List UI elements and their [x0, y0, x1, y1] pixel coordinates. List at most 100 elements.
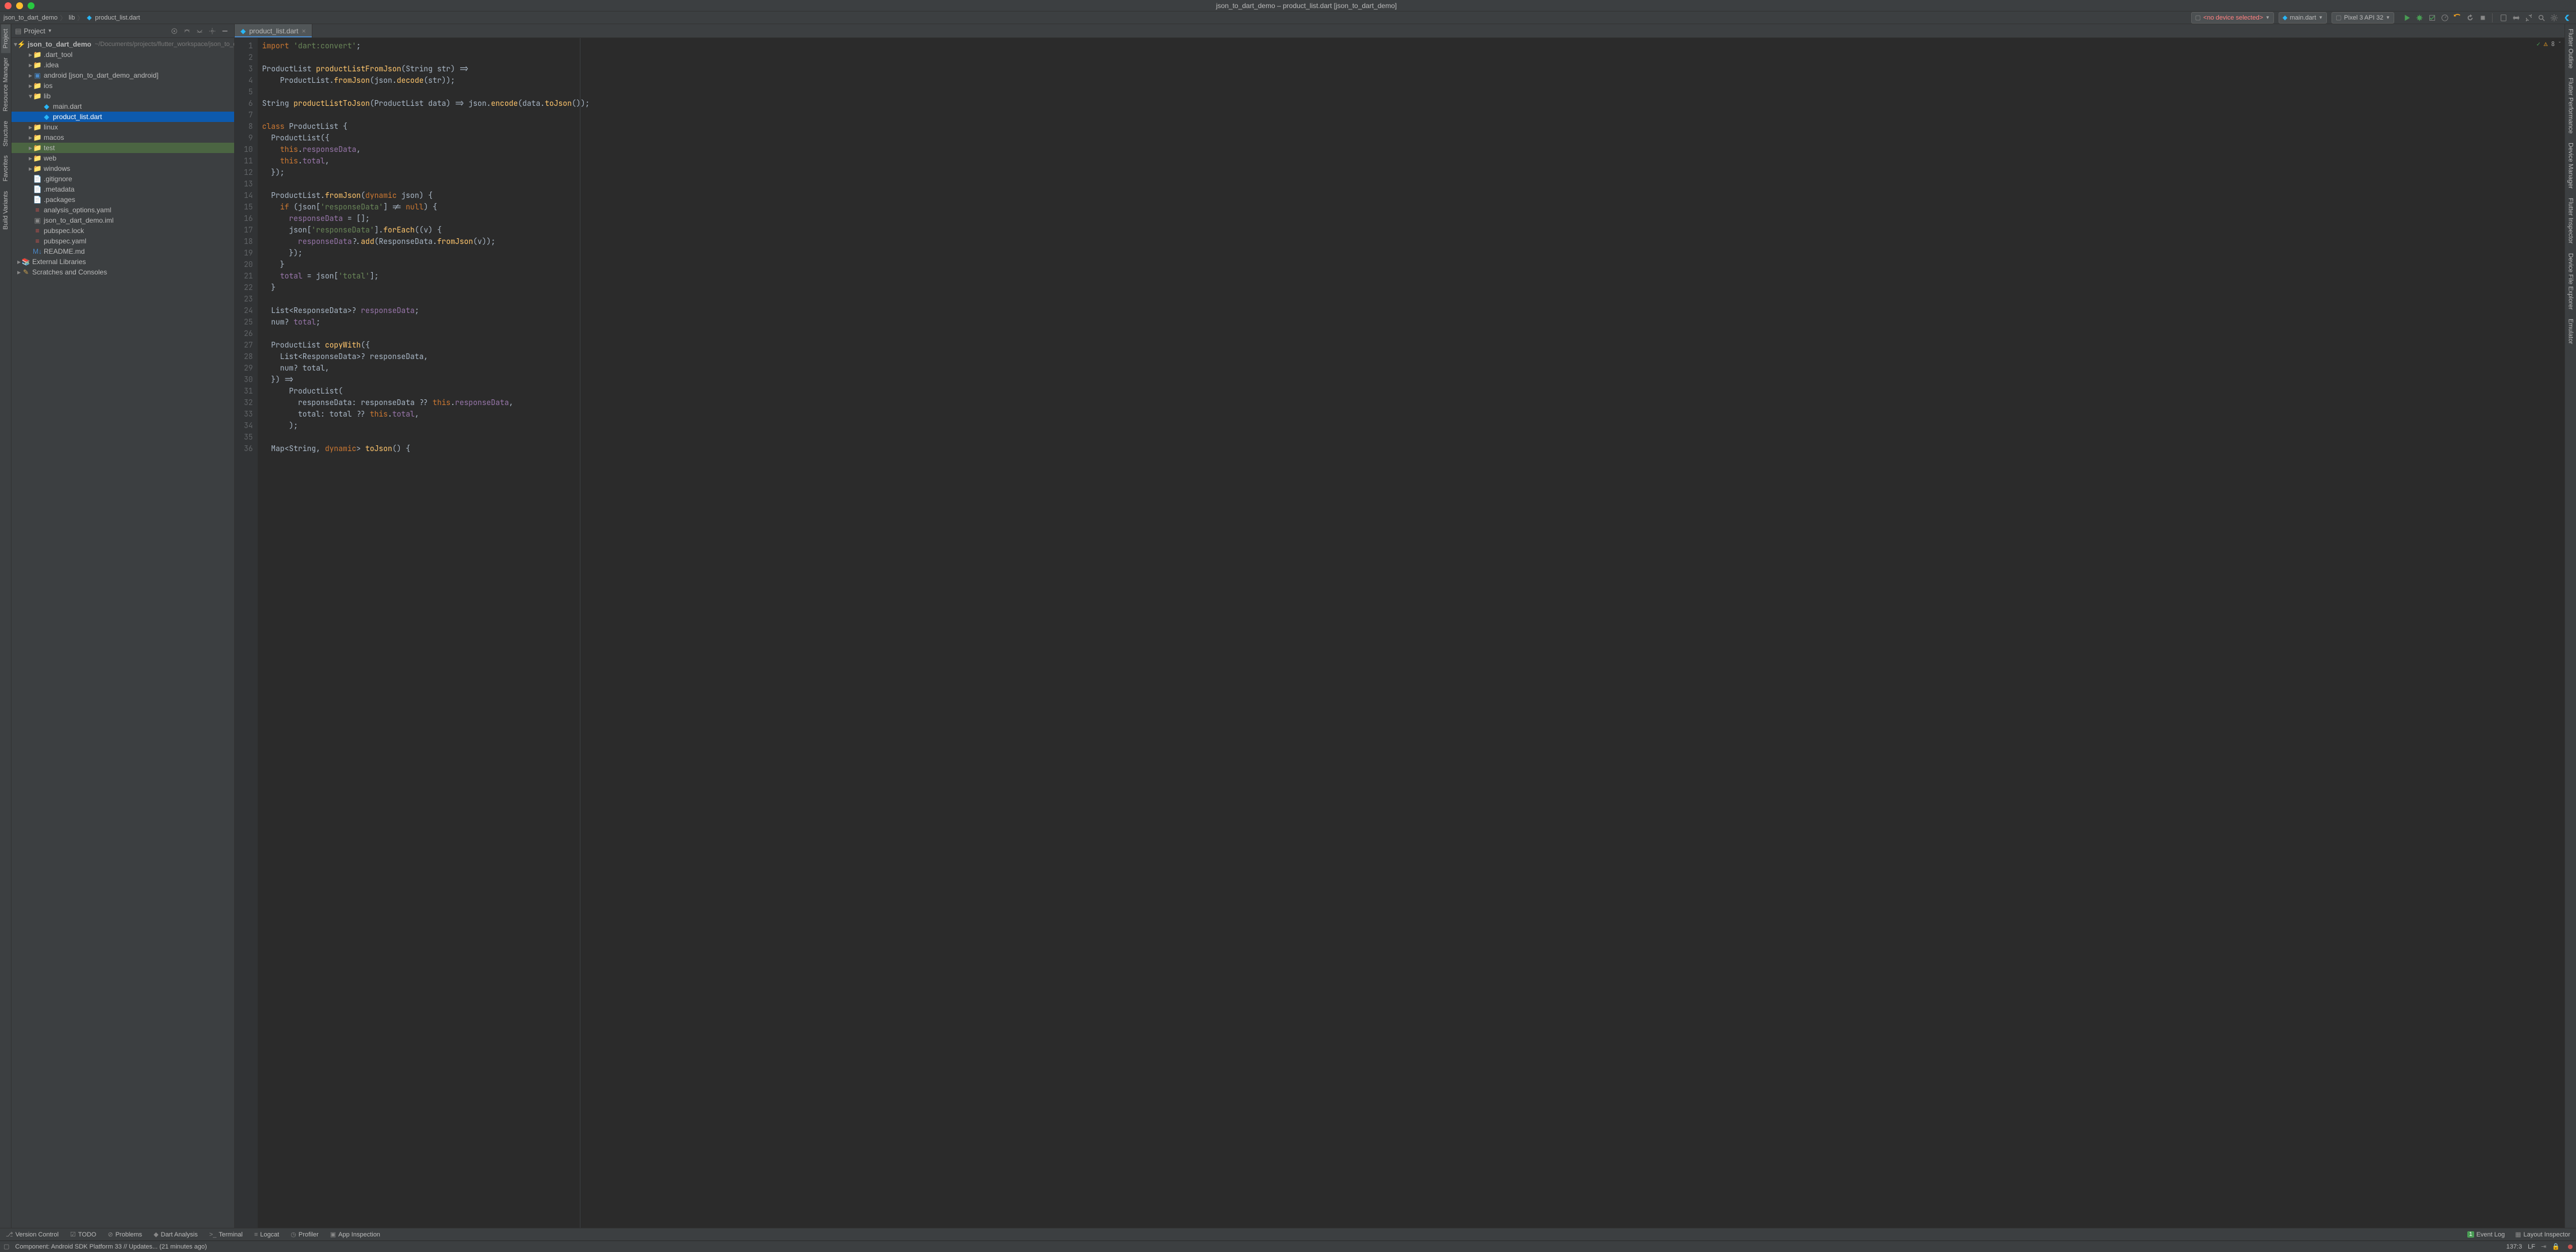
minimize-window-button[interactable]: [16, 2, 23, 9]
left-tool-tab[interactable]: Project: [1, 24, 10, 53]
tree-arrow-icon[interactable]: ▸: [28, 82, 33, 90]
settings-button[interactable]: [2548, 12, 2560, 24]
tree-row[interactable]: ▸📁web: [12, 153, 234, 163]
tree-row[interactable]: ◆main.dart: [12, 101, 234, 112]
caret-position[interactable]: 137:3: [2506, 1243, 2523, 1250]
inspection-widget[interactable]: ✓ ⚠ 8 ˇ: [2536, 40, 2561, 48]
sdk-manager-button[interactable]: [2510, 12, 2522, 24]
close-window-button[interactable]: [5, 2, 12, 9]
breadcrumb-dir[interactable]: lib: [68, 14, 75, 21]
tree-row[interactable]: ▸📁linux: [12, 122, 234, 132]
tree-row[interactable]: 📄.gitignore: [12, 174, 234, 184]
sync-button[interactable]: [2523, 12, 2535, 24]
tree-arrow-icon[interactable]: ▸: [28, 154, 33, 162]
device-selector[interactable]: ▢ <no device selected> ▼: [2191, 12, 2274, 24]
coverage-button[interactable]: [2426, 12, 2438, 24]
tree-row[interactable]: ≡analysis_options.yaml: [12, 205, 234, 215]
select-opened-file-button[interactable]: [169, 25, 180, 37]
avd-manager-button[interactable]: [2498, 12, 2509, 24]
run-button[interactable]: [2401, 12, 2413, 24]
tree-row[interactable]: 📄.packages: [12, 194, 234, 205]
right-tool-tab[interactable]: Emulator: [2566, 314, 2575, 349]
tree-row[interactable]: ▸✎Scratches and Consoles: [12, 267, 234, 277]
search-everywhere-button[interactable]: [2536, 12, 2547, 24]
left-tool-tab[interactable]: Build Variants: [1, 186, 10, 234]
project-view-mode[interactable]: Project: [24, 27, 45, 35]
profile-button[interactable]: [2439, 12, 2451, 24]
event-log-button[interactable]: 1 Event Log: [2465, 1231, 2507, 1238]
tree-item-icon: 📁: [33, 154, 41, 162]
tree-item-icon: 📁: [33, 165, 41, 173]
tree-item-icon: ▣: [33, 71, 41, 79]
line-separator[interactable]: LF: [2528, 1243, 2535, 1250]
tree-arrow-icon[interactable]: ▸: [28, 165, 33, 173]
bottom-tool-tab[interactable]: ≡Logcat: [252, 1231, 281, 1238]
indent-indicator[interactable]: ⇥: [2541, 1243, 2546, 1250]
tree-arrow-icon[interactable]: ▾: [28, 92, 33, 100]
tree-row[interactable]: ▸📁.dart_tool: [12, 49, 234, 60]
right-tool-tab[interactable]: Flutter Performance: [2566, 73, 2575, 138]
tree-arrow-icon[interactable]: ▸: [28, 133, 33, 142]
right-tool-tab[interactable]: Device File Explorer: [2566, 249, 2575, 314]
close-tab-button[interactable]: ×: [302, 27, 306, 35]
readonly-toggle-icon[interactable]: 🔒: [2552, 1243, 2560, 1250]
breadcrumb[interactable]: json_to_dart_demo 〉 lib 〉 ◆ product_list…: [3, 13, 2191, 22]
bottom-tool-tab[interactable]: ◷Profiler: [288, 1231, 320, 1238]
bottom-tool-tab[interactable]: ⎇Version Control: [3, 1231, 61, 1238]
tree-row[interactable]: 📄.metadata: [12, 184, 234, 194]
layout-inspector-button[interactable]: ▦ Layout Inspector: [2513, 1231, 2573, 1238]
bottom-tool-tab[interactable]: ☑TODO: [68, 1231, 98, 1238]
tree-row[interactable]: ≡pubspec.yaml: [12, 236, 234, 246]
tree-row[interactable]: ▸📁macos: [12, 132, 234, 143]
tree-arrow-icon[interactable]: ▸: [28, 71, 33, 79]
tree-row[interactable]: ≡pubspec.lock: [12, 226, 234, 236]
tree-row-root[interactable]: ▾⚡json_to_dart_demo~/Documents/projects/…: [12, 39, 234, 49]
bottom-tool-tab[interactable]: >_Terminal: [207, 1231, 245, 1238]
expand-all-button[interactable]: [181, 25, 193, 37]
tree-row[interactable]: M↓README.md: [12, 246, 234, 257]
tree-row[interactable]: ▸📁windows: [12, 163, 234, 174]
editor-tab[interactable]: ◆ product_list.dart ×: [235, 24, 312, 37]
breadcrumb-root[interactable]: json_to_dart_demo: [3, 14, 58, 21]
tree-arrow-icon[interactable]: ▸: [28, 144, 33, 152]
tree-row[interactable]: ▸📁.idea: [12, 60, 234, 70]
process-indicator-icon[interactable]: [2568, 1245, 2573, 1249]
bottom-tool-tab[interactable]: ▣App Inspection: [328, 1231, 383, 1238]
bottom-tool-tab[interactable]: ⊘Problems: [105, 1231, 144, 1238]
hot-restart-button[interactable]: [2464, 12, 2476, 24]
tree-arrow-icon[interactable]: ▸: [28, 61, 33, 69]
right-tool-tab[interactable]: Flutter Inspector: [2566, 193, 2575, 248]
tree-arrow-icon[interactable]: ▸: [28, 51, 33, 59]
hot-reload-button[interactable]: [2452, 12, 2463, 24]
left-tool-tab[interactable]: Favorites: [1, 151, 10, 186]
left-tool-tab[interactable]: Structure: [1, 116, 10, 151]
tree-item-label: .idea: [44, 61, 59, 69]
breadcrumb-file[interactable]: product_list.dart: [95, 14, 140, 21]
hide-panel-button[interactable]: [219, 25, 231, 37]
debug-button[interactable]: [2414, 12, 2425, 24]
collapse-all-button[interactable]: [194, 25, 205, 37]
panel-settings-button[interactable]: [207, 25, 218, 37]
maximize-window-button[interactable]: [28, 2, 35, 9]
tree-item-icon: M↓: [33, 247, 41, 255]
tree-arrow-icon[interactable]: ▸: [28, 123, 33, 131]
line-number-gutter[interactable]: 1234567891011121314151617181920212223242…: [235, 38, 258, 1228]
right-tool-tab[interactable]: Device Manager: [2566, 138, 2575, 193]
tree-row[interactable]: ▣json_to_dart_demo.iml: [12, 215, 234, 226]
project-tree[interactable]: ▾⚡json_to_dart_demo~/Documents/projects/…: [12, 38, 234, 1228]
tool-windows-toggle-icon[interactable]: ▢: [3, 1243, 9, 1250]
run-config-selector[interactable]: ◆ main.dart ▼: [2279, 12, 2327, 24]
stop-button[interactable]: [2477, 12, 2489, 24]
right-tool-tab[interactable]: Flutter Outline: [2566, 24, 2575, 73]
tree-row[interactable]: ▸📚External Libraries: [12, 257, 234, 267]
tree-row[interactable]: ◆product_list.dart: [12, 112, 234, 122]
tree-row[interactable]: ▸▣android [json_to_dart_demo_android]: [12, 70, 234, 81]
code-editor[interactable]: import 'dart:convert'; ProductList produ…: [258, 38, 2564, 1228]
left-tool-tab[interactable]: Resource Manager: [1, 53, 10, 116]
tree-row[interactable]: ▸📁ios: [12, 81, 234, 91]
flutter-attach-button[interactable]: [2561, 12, 2573, 24]
tree-row[interactable]: ▸📁test: [12, 143, 234, 153]
bottom-tool-tab[interactable]: ◆Dart Analysis: [151, 1231, 200, 1238]
emulator-selector[interactable]: ▢ Pixel 3 API 32 ▼: [2332, 12, 2394, 24]
tree-row[interactable]: ▾📁lib: [12, 91, 234, 101]
